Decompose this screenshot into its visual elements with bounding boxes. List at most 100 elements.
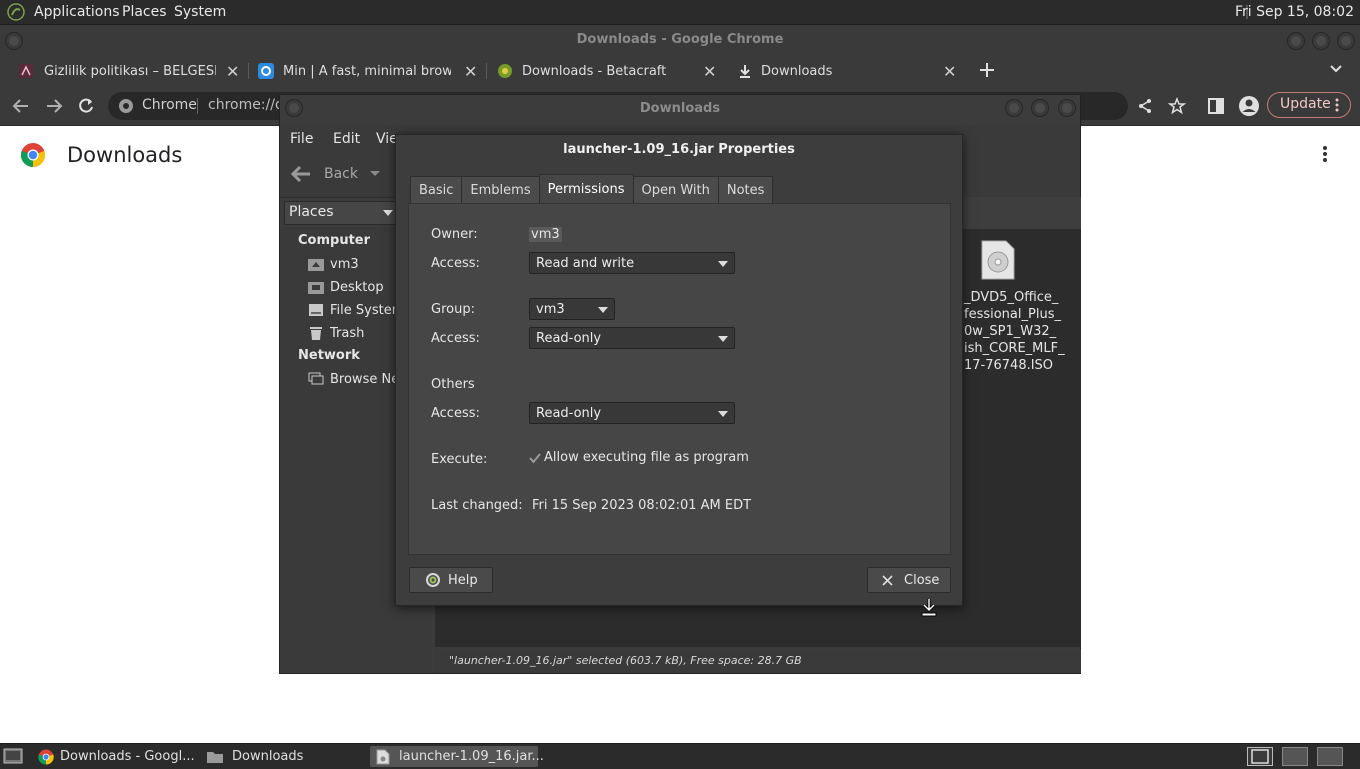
back-label: Back [324, 166, 358, 182]
chrome-site-icon [118, 98, 134, 114]
tab-title: Downloads - Betacraft [522, 63, 667, 79]
last-changed-value: Fri 15 Sep 2023 08:02:01 AM EDT [532, 498, 752, 513]
back-arrow-icon[interactable] [12, 97, 30, 115]
reload-icon[interactable] [77, 97, 95, 115]
dropdown-arrow-icon [718, 336, 728, 342]
owner-access-select[interactable]: Read and write [529, 252, 735, 274]
profile-avatar-icon[interactable] [1238, 95, 1260, 117]
applications-menu[interactable]: Applications [34, 4, 120, 20]
bookmark-star-icon[interactable] [1168, 97, 1186, 115]
tab-open-with[interactable]: Open With [632, 176, 719, 204]
status-text: "launcher-1.09_16.jar" selected (603.7 k… [449, 654, 802, 667]
tab-search-chevron-icon[interactable] [1329, 64, 1343, 74]
cursor-download-icon [921, 598, 937, 618]
back-button[interactable]: Back [290, 165, 380, 183]
close-window-button[interactable] [1337, 32, 1355, 50]
others-label: Others [431, 377, 475, 392]
tab-close-icon[interactable]: ✕ [703, 62, 716, 81]
sidebar-heading-network: Network [298, 348, 360, 363]
trash-icon [308, 326, 324, 341]
kebab-menu-icon[interactable] [1334, 98, 1340, 112]
help-icon [426, 573, 440, 587]
close-icon [882, 574, 893, 586]
chrome-window-title: Downloads - Google Chrome [576, 32, 784, 47]
tab-basic[interactable]: Basic [410, 176, 463, 204]
menu-file[interactable]: File [290, 131, 313, 147]
new-tab-button[interactable] [978, 61, 996, 79]
back-arrow-icon [290, 165, 312, 183]
update-label: Update [1280, 96, 1331, 112]
execute-checkbox[interactable]: Allow executing file as program [529, 450, 749, 465]
tab-close-icon[interactable]: ✕ [943, 62, 956, 81]
top-panel: Applications Places System Fri Sep 15, 0… [0, 0, 1360, 25]
home-folder-icon [308, 257, 324, 271]
iso-file-icon[interactable] [980, 239, 1016, 281]
download-icon [737, 63, 753, 79]
tab-close-icon[interactable]: ✕ [226, 62, 239, 81]
sidebar-item-desktop[interactable]: Desktop [308, 277, 384, 297]
tab-close-icon[interactable]: ✕ [464, 62, 477, 81]
chrome-logo-icon [20, 142, 46, 168]
owner-label: Owner: [431, 227, 478, 242]
tab-emblems[interactable]: Emblems [461, 176, 540, 204]
maximize-button[interactable] [1312, 32, 1330, 50]
back-dropdown-icon[interactable] [370, 170, 380, 178]
workspace-switcher-2[interactable] [1282, 747, 1308, 766]
sidebar-item-file-system[interactable]: File System [308, 300, 404, 320]
drive-icon [308, 303, 324, 317]
taskbar-item-downloads[interactable]: Downloads [206, 746, 366, 767]
maximize-button[interactable] [1031, 99, 1049, 117]
taskbar-item-chrome[interactable]: Downloads - Googl... [38, 746, 198, 767]
close-label: Close [904, 572, 940, 588]
gnome-foot-icon[interactable] [6, 3, 26, 21]
group-select[interactable]: vm3 [529, 298, 615, 320]
system-menu[interactable]: System [174, 4, 226, 20]
tab-belgesel[interactable]: Gizlilik politikası – BELGESELS ✕ [18, 55, 244, 87]
show-desktop-icon[interactable] [3, 748, 23, 764]
page-more-icon[interactable] [1322, 146, 1328, 162]
owner-access-label: Access: [431, 256, 480, 271]
update-button[interactable]: Update [1267, 92, 1351, 118]
side-panel-icon[interactable] [1208, 98, 1224, 114]
others-access-select[interactable]: Read-only [529, 402, 735, 424]
sidebar-item-vm3[interactable]: vm3 [308, 254, 359, 274]
tab-downloads[interactable]: Downloads ✕ [737, 55, 959, 87]
folder-icon [206, 750, 224, 764]
owner-value: vm3 [529, 227, 562, 242]
tab-betacraft[interactable]: Downloads - Betacraft ✕ [497, 55, 719, 87]
places-label: Places [289, 204, 334, 220]
menu-edit[interactable]: Edit [333, 131, 360, 147]
share-icon[interactable] [1137, 98, 1153, 114]
page-title: Downloads [67, 143, 183, 167]
close-button[interactable]: Close [867, 567, 951, 593]
status-bar: "launcher-1.09_16.jar" selected (603.7 k… [435, 649, 1081, 673]
tab-separator [486, 63, 487, 79]
group-access-select[interactable]: Read-only [529, 327, 735, 349]
minimize-button[interactable] [1005, 99, 1023, 117]
sidebar-item-trash[interactable]: Trash [308, 323, 364, 343]
omnibox-site-label: Chrome [142, 97, 197, 113]
workspace-switcher[interactable] [1247, 747, 1273, 766]
sidebar-item-browse-network[interactable]: Browse Ne [308, 369, 399, 389]
tab-notes[interactable]: Notes [717, 176, 774, 204]
tab-title: Min | A fast, minimal browser t [283, 63, 451, 79]
properties-dialog: launcher-1.09_16.jar Properties Basic Em… [395, 134, 963, 606]
jar-file-icon [376, 749, 390, 765]
group-access-label: Access: [431, 331, 480, 346]
tab-min-browser[interactable]: Min | A fast, minimal browser t ✕ [258, 55, 480, 87]
tab-permissions[interactable]: Permissions [538, 174, 634, 204]
taskbar-item-properties[interactable]: launcher-1.09_16.jar... [370, 746, 544, 767]
forward-arrow-icon[interactable] [45, 97, 63, 115]
places-selector[interactable]: Places [284, 201, 400, 225]
places-menu[interactable]: Places [122, 4, 167, 20]
close-window-button[interactable] [1058, 99, 1076, 117]
chrome-titlebar: Downloads - Google Chrome [0, 25, 1360, 55]
workspace-switcher-3[interactable] [1317, 747, 1343, 766]
minimize-button[interactable] [1287, 32, 1305, 50]
group-label: Group: [431, 302, 475, 317]
min-browser-icon [258, 63, 274, 79]
clock[interactable]: Fri Sep 15, 08:02 [1235, 4, 1354, 20]
help-button[interactable]: Help [409, 567, 493, 593]
iso-file-label[interactable]: _DVD5_Office_ fessional_Plus_ 0w_SP1_W32… [964, 289, 1074, 374]
last-changed-label: Last changed: [431, 498, 523, 513]
